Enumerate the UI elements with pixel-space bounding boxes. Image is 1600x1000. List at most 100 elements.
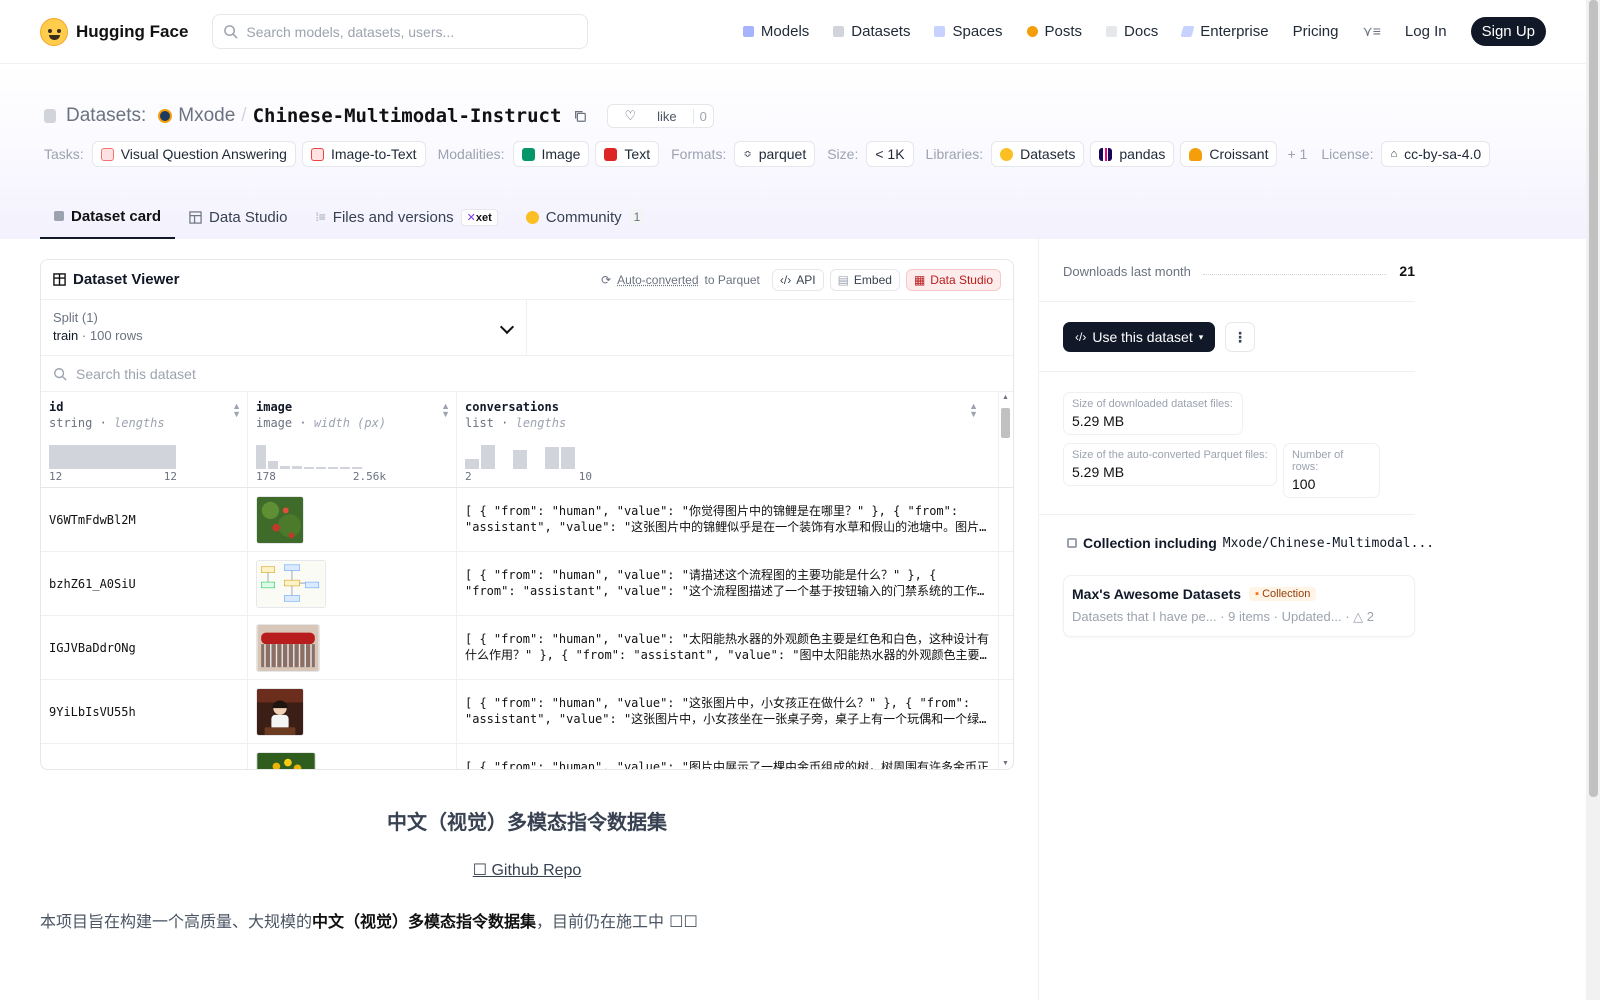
- tag-license[interactable]: ⌂ cc-by-sa-4.0: [1381, 141, 1491, 167]
- tab-data-studio[interactable]: Data Studio: [175, 195, 301, 239]
- cell-image[interactable]: [248, 552, 457, 615]
- community-count: 1: [628, 209, 646, 225]
- nav-spaces[interactable]: Spaces: [934, 23, 1003, 40]
- histogram-bar: [280, 466, 290, 469]
- upvote-icon[interactable]: △: [1353, 609, 1363, 624]
- split-label: Split (1): [53, 310, 98, 325]
- api-button[interactable]: ‹/› API: [771, 268, 824, 291]
- split-row: Split (1) train · 100 rows: [41, 300, 1013, 356]
- scroll-down-icon[interactable]: ▼: [1002, 760, 1009, 767]
- column-headers: id string · lengths ▲ ▼ 12 12 image image …: [41, 392, 1013, 488]
- tab-files[interactable]: ⁞≡ Files and versions ✕xet: [301, 195, 511, 239]
- tag-modality-image[interactable]: Image: [512, 141, 590, 167]
- nav-posts[interactable]: Posts: [1026, 23, 1082, 40]
- column-header-image[interactable]: image image · width (px) ▲ ▼ 178 2.56k: [248, 392, 457, 487]
- tag-task-vqa[interactable]: Visual Question Answering: [91, 141, 296, 167]
- hugging-face-logo-icon: [40, 17, 68, 46]
- grid-scrollbar[interactable]: ▲ ▼: [999, 392, 1011, 769]
- cell-id[interactable]: IGJVBaDdrONg: [41, 616, 248, 679]
- split-selector[interactable]: Split (1) train · 100 rows: [41, 300, 527, 355]
- repo-header: Datasets: Mxode / Chinese-Multimodal-Ins…: [0, 64, 1586, 239]
- tag-format-parquet[interactable]: ≎ parquet: [734, 141, 816, 167]
- cell-conversations[interactable]: [ { "from": "human", "value": "这张图片中，小女孩…: [457, 680, 999, 743]
- copy-icon[interactable]: [573, 109, 587, 123]
- cell-image[interactable]: [248, 744, 457, 769]
- tag-size[interactable]: < 1K: [866, 141, 914, 167]
- money-tree-thumbnail[interactable]: [256, 752, 316, 769]
- collection-card[interactable]: Max's Awesome Datasets ▪ Collection Data…: [1063, 575, 1415, 637]
- more-options-button[interactable]: ⋮: [1225, 322, 1255, 352]
- more-menu-icon[interactable]: ⋎≡: [1362, 23, 1380, 40]
- grid-scrollbar-thumb[interactable]: [1001, 408, 1010, 438]
- girl-photo-thumbnail[interactable]: [256, 687, 304, 736]
- signup-button[interactable]: Sign Up: [1470, 17, 1546, 46]
- nav-docs[interactable]: Docs: [1106, 23, 1158, 40]
- nav-datasets[interactable]: Datasets: [833, 23, 910, 40]
- stat-value: 100: [1292, 476, 1316, 492]
- embed-button[interactable]: ▤ Embed: [829, 268, 900, 291]
- login-button[interactable]: Log In: [1405, 23, 1447, 40]
- downloads-leader: [1202, 267, 1388, 275]
- global-search-input[interactable]: [246, 23, 567, 40]
- collection-title[interactable]: Max's Awesome Datasets: [1072, 586, 1241, 602]
- cell-id[interactable]: [41, 744, 248, 769]
- breadcrumb-section[interactable]: Datasets:: [66, 105, 146, 127]
- like-button[interactable]: ♡ like 0: [607, 104, 714, 128]
- cell-image[interactable]: [248, 488, 457, 551]
- cell-id[interactable]: bzhZ61_A0SiU: [41, 552, 248, 615]
- table-row[interactable]: IGJVBaDdrONg [ { "from": "human", "value…: [41, 616, 1013, 680]
- global-search[interactable]: [212, 14, 589, 49]
- auto-converted-link[interactable]: Auto-converted: [617, 273, 698, 287]
- column-header-id[interactable]: id string · lengths ▲ ▼ 12 12: [41, 392, 248, 487]
- tag-modality-text[interactable]: Text: [595, 141, 660, 167]
- dataset-search[interactable]: [41, 356, 1013, 392]
- tag-task-image-to-text[interactable]: Image-to-Text: [301, 141, 426, 167]
- tag-lib-pandas[interactable]: pandas: [1090, 141, 1175, 167]
- breadcrumb-repo-name[interactable]: Chinese-Multimodal-Instruct: [253, 105, 562, 127]
- tag-lib-croissant[interactable]: Croissant: [1180, 141, 1278, 167]
- use-this-dataset-button[interactable]: ‹/› Use this dataset ▾: [1063, 322, 1216, 352]
- histogram-bar: [481, 445, 495, 469]
- table-row[interactable]: bzhZ61_A0SiU [ { "from": "human", "value…: [41, 552, 1013, 616]
- scroll-up-icon[interactable]: ▲: [1002, 394, 1009, 401]
- breadcrumb-owner[interactable]: Mxode: [178, 105, 235, 127]
- cell-conversations[interactable]: [ { "from": "human", "value": "请描述这个流程图的…: [457, 552, 999, 615]
- column-type-label: string: [49, 416, 93, 430]
- table-row[interactable]: [ { "from": "human", "value": "图片中展示了一棵由…: [41, 744, 1013, 769]
- dataset-search-input[interactable]: [76, 365, 476, 382]
- nav-enterprise[interactable]: Enterprise: [1180, 23, 1269, 40]
- cell-image[interactable]: [248, 616, 457, 679]
- cell-conversations[interactable]: [ { "from": "human", "value": "你觉得图片中的锦鲤…: [457, 488, 999, 551]
- solar-heater-thumbnail[interactable]: [256, 623, 320, 672]
- page-scrollbar-thumb[interactable]: [1589, 0, 1598, 797]
- hist-max: 2.56k: [352, 470, 386, 483]
- column-stat: lengths: [114, 416, 165, 430]
- histogram-image: [256, 439, 362, 469]
- cell-id[interactable]: 9YiLbIsVU55h: [41, 680, 248, 743]
- column-header-conversations[interactable]: conversations list · lengths ▲ ▼ 2 10: [457, 392, 999, 487]
- page-scrollbar[interactable]: [1586, 0, 1600, 1000]
- sort-icon[interactable]: ▲ ▼: [969, 402, 978, 419]
- cell-conversations[interactable]: [ { "from": "human", "value": "图片中展示了一棵由…: [457, 744, 999, 769]
- data-studio-button[interactable]: ▦ Data Studio: [905, 268, 1001, 291]
- tab-community[interactable]: Community 1: [512, 195, 660, 239]
- flowchart-thumbnail[interactable]: [256, 559, 326, 608]
- table-row[interactable]: V6WTmFdwBl2M [ { "from": "human", "value…: [41, 488, 1013, 552]
- hist-range: 178 2.56k: [256, 470, 386, 483]
- license-label: License:: [1321, 146, 1374, 162]
- tab-dataset-card[interactable]: Dataset card: [40, 195, 176, 239]
- cell-id[interactable]: V6WTmFdwBl2M: [41, 488, 248, 551]
- tag-lib-datasets[interactable]: Datasets: [991, 141, 1085, 167]
- nav-models[interactable]: Models: [742, 23, 809, 40]
- github-repo-link[interactable]: ☐ Github Repo: [40, 860, 1014, 880]
- cell-conversations[interactable]: [ { "from": "human", "value": "太阳能热水器的外观…: [457, 616, 999, 679]
- sort-icon[interactable]: ▲ ▼: [441, 402, 450, 419]
- sort-icon[interactable]: ▲ ▼: [232, 402, 241, 419]
- libraries-more[interactable]: + 1: [1287, 146, 1307, 162]
- table-row[interactable]: 9YiLbIsVU55h [ { "from": "human", "value…: [41, 680, 1013, 744]
- koi-pond-thumbnail[interactable]: [256, 495, 304, 544]
- cell-image[interactable]: [248, 680, 457, 743]
- models-icon: [742, 26, 754, 37]
- nav-pricing[interactable]: Pricing: [1293, 23, 1339, 40]
- brand-logo[interactable]: Hugging Face: [40, 17, 188, 46]
